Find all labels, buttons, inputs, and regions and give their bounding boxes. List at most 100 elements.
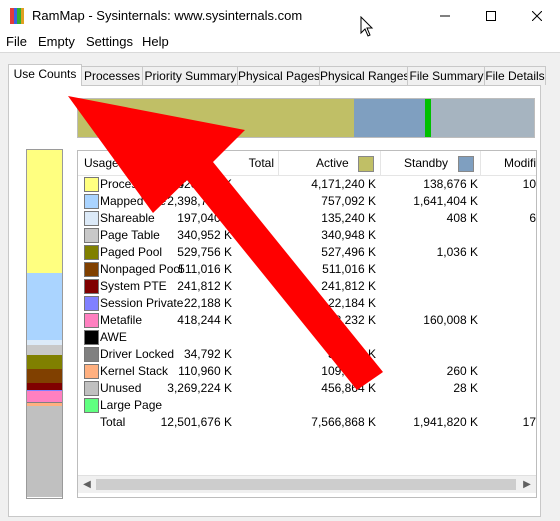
row-color-swatch: [84, 330, 99, 345]
cell-standby: 260 K: [446, 364, 478, 378]
table-row[interactable]: Metafile 418,244 K 258,232 K 160,008 K: [78, 312, 536, 329]
table-row[interactable]: Driver Locked 34,792 K 34,792 K: [78, 346, 536, 363]
stack-segment-page-table: [27, 345, 62, 355]
cell-usage: Large Page: [100, 398, 163, 412]
cell-usage: Metafile: [100, 313, 143, 327]
cell-modified: 6: [529, 211, 536, 225]
cell-total: 22,188 K: [183, 296, 232, 310]
row-color-swatch: [84, 347, 99, 362]
stack-segment-paged-pool: [27, 354, 62, 370]
row-color-swatch: [84, 262, 99, 277]
bar-segment-standby: [353, 99, 425, 137]
cell-usage: Kernel Stack: [100, 364, 169, 378]
mouse-cursor-icon: [360, 16, 374, 37]
tab-priority-summary[interactable]: Priority Summary: [142, 66, 239, 85]
row-color-swatch: [84, 313, 99, 328]
cell-active: 109,632 K: [321, 364, 376, 378]
table-row[interactable]: AWE: [78, 329, 536, 346]
cell-active: 527,496 K: [321, 245, 376, 259]
header-total[interactable]: Total: [249, 156, 274, 170]
menu-settings[interactable]: Settings: [86, 34, 133, 49]
table-row[interactable]: Mapped File 2,398,784 K 757,092 K 1,641,404…: [78, 193, 536, 210]
bar-segment-active: [78, 99, 354, 137]
cell-total: 511,016 K: [178, 262, 232, 276]
cell-active: 456,864 K: [321, 381, 376, 395]
table-row[interactable]: Page Table 340,952 K 340,948 K: [78, 227, 536, 244]
cell-total: 12,501,676 K: [160, 415, 232, 429]
standby-color-swatch: [458, 156, 474, 172]
title-bar: RamMap - Sysinternals: www.sysinternals.…: [0, 0, 560, 32]
scroll-left-icon[interactable]: ◀: [79, 477, 95, 492]
row-color-swatch: [84, 398, 99, 413]
table-row[interactable]: Paged Pool 529,756 K 527,496 K 1,036 K: [78, 244, 536, 261]
tab-use-counts[interactable]: Use Counts: [8, 64, 82, 86]
scroll-right-icon[interactable]: ▶: [519, 477, 535, 492]
cell-standby: 28 K: [453, 381, 478, 395]
tab-physical-ranges[interactable]: Physical Ranges: [319, 66, 409, 85]
menu-file[interactable]: File: [6, 34, 27, 49]
cell-active: 511,016 K: [322, 262, 376, 276]
table-row[interactable]: Unused 3,269,224 K 456,864 K 28 K: [78, 380, 536, 397]
row-color-swatch: [84, 177, 99, 192]
cell-total: 2,398,784 K: [167, 194, 232, 208]
cell-usage: Mapped File: [100, 194, 167, 208]
cell-standby: 408 K: [446, 211, 478, 225]
cell-active: 258,232 K: [321, 313, 376, 327]
header-usage[interactable]: Usage: [84, 156, 119, 170]
cell-active: 7,566,868 K: [311, 415, 376, 429]
table-row[interactable]: Shareable 197,040 K 135,240 K 408 K 6: [78, 210, 536, 227]
close-icon[interactable]: [514, 0, 560, 32]
cell-active: 22,184 K: [327, 296, 376, 310]
row-color-swatch: [84, 228, 99, 243]
cell-active: 4,171,240 K: [311, 177, 376, 191]
scrollbar-thumb[interactable]: [96, 479, 516, 490]
tab-processes[interactable]: Processes: [80, 66, 144, 85]
table-row[interactable]: Session Private 22,188 K 22,184 K: [78, 295, 536, 312]
usage-stack-bar: [26, 149, 63, 499]
menu-help[interactable]: Help: [142, 34, 169, 49]
cell-total: 340,952 K: [177, 228, 232, 242]
header-modified[interactable]: Modifie: [504, 156, 536, 170]
row-color-swatch: [84, 194, 99, 209]
cell-standby: 1,641,404 K: [413, 194, 478, 208]
cell-modified: 17: [522, 415, 536, 429]
cell-usage: Driver Locked: [100, 347, 175, 361]
cell-usage: Nonpaged Pool: [100, 262, 183, 276]
minimize-icon[interactable]: [422, 0, 468, 32]
cell-usage: System PTE: [100, 279, 167, 293]
table-row[interactable]: Process Private 4,420,568 K 4,171,240 K 138…: [78, 176, 536, 193]
cell-standby: 1,036 K: [436, 245, 478, 259]
cell-total: 34,792 K: [183, 347, 232, 361]
maximize-icon[interactable]: [468, 0, 514, 32]
cell-usage: AWE: [100, 330, 127, 344]
table-row[interactable]: Nonpaged Pool 511,016 K 511,016 K: [78, 261, 536, 278]
header-active[interactable]: Active: [316, 156, 349, 170]
menu-empty[interactable]: Empty: [38, 34, 75, 49]
header-standby[interactable]: Standby: [404, 156, 448, 170]
table-row[interactable]: Large Page: [78, 397, 536, 414]
cell-total: 197,040 K: [177, 211, 232, 225]
tab-file-details[interactable]: File Details: [484, 66, 546, 85]
horizontal-scrollbar[interactable]: ◀ ▶: [78, 475, 536, 493]
table-row[interactable]: Total 12,501,676 K 7,566,868 K 1,941,820 K 1…: [78, 414, 536, 431]
cell-standby: 138,676 K: [423, 177, 478, 191]
cell-standby: 1,941,820 K: [413, 415, 478, 429]
cell-usage: Unused: [100, 381, 142, 395]
cell-modified: 10: [522, 177, 536, 191]
row-color-swatch: [84, 245, 99, 260]
cell-usage: Paged Pool: [100, 245, 163, 259]
table-row[interactable]: System PTE 241,812 K 241,812 K: [78, 278, 536, 295]
tab-file-summary[interactable]: File Summary: [407, 66, 486, 85]
client-area: Use Counts Processes Priority Summary Ph…: [0, 52, 560, 521]
cell-active: 757,092 K: [321, 194, 376, 208]
cell-active: 34,792 K: [327, 347, 376, 361]
menu-bar: File Empty Settings Help: [0, 32, 560, 52]
use-counts-panel: Usage Total Active Standby Modifie Proce…: [8, 85, 541, 517]
row-color-swatch: [84, 296, 99, 311]
cell-total: 3,269,224 K: [167, 381, 232, 395]
stack-segment-system-pte: [27, 383, 62, 391]
table-row[interactable]: Kernel Stack 110,960 K 109,632 K 260 K: [78, 363, 536, 380]
cell-usage: Total: [100, 415, 126, 429]
stack-segment-nonpaged-pool: [27, 369, 62, 384]
tab-physical-pages[interactable]: Physical Pages: [237, 66, 321, 85]
